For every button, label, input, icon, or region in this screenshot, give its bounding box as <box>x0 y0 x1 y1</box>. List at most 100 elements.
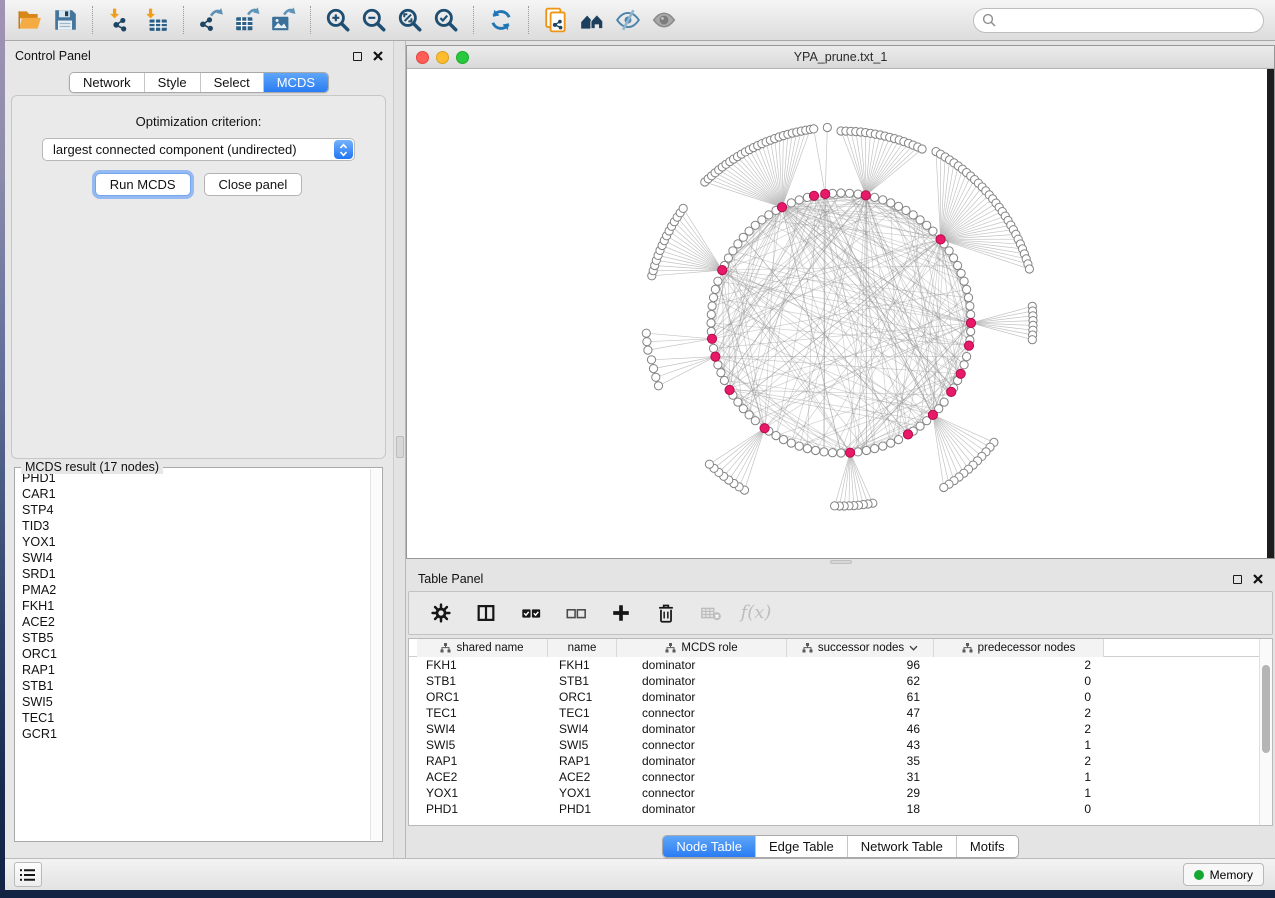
network-window: YPA_prune.txt_1 <box>406 45 1275 559</box>
table-row[interactable]: ORC1ORC1dominator610 <box>409 689 1272 705</box>
checked-boxes-icon <box>520 602 542 624</box>
save-session-button[interactable] <box>47 4 83 36</box>
select-all-rows-button[interactable] <box>519 600 543 626</box>
function-builder-button[interactable]: f(x) <box>744 600 768 626</box>
column-header-predecessor-nodes[interactable]: predecessor nodes <box>934 639 1104 657</box>
column-label: predecessor nodes <box>978 642 1076 654</box>
zoom-selected-button[interactable] <box>428 4 464 36</box>
table-row[interactable]: TEC1TEC1connector472 <box>409 705 1272 721</box>
mcds-list-scrollbar[interactable] <box>370 469 381 840</box>
mcds-result-item[interactable]: GCR1 <box>22 726 369 742</box>
mcds-result-item[interactable]: SRD1 <box>22 566 369 582</box>
table-cell: YOX1 <box>548 785 617 801</box>
refresh-layout-button[interactable] <box>483 4 519 36</box>
table-scrollbar[interactable] <box>1259 639 1272 825</box>
tab-style[interactable]: Style <box>144 73 200 92</box>
show-graphics-details-button[interactable] <box>646 4 682 36</box>
add-row-button[interactable] <box>609 600 633 626</box>
table-scrollbar-thumb[interactable] <box>1262 665 1270 753</box>
mcds-result-title: MCDS result (17 nodes) <box>21 460 163 474</box>
search-input[interactable] <box>1001 13 1255 27</box>
network-graph[interactable] <box>407 69 1265 558</box>
share-document-button[interactable] <box>538 4 574 36</box>
mcds-result-item[interactable]: ACE2 <box>22 614 369 630</box>
save-icon <box>52 7 78 33</box>
float-panel-icon[interactable] <box>353 52 362 61</box>
mcds-result-item[interactable]: STP4 <box>22 502 369 518</box>
deselect-all-rows-button[interactable] <box>564 600 588 626</box>
close-mcds-panel-button[interactable]: Close panel <box>204 173 303 196</box>
vertical-splitter[interactable] <box>393 41 406 858</box>
table-row[interactable]: ACE2ACE2connector311 <box>409 769 1272 785</box>
status-bar: Memory <box>5 858 1275 890</box>
table-row[interactable]: SWI4SWI4dominator462 <box>409 721 1272 737</box>
import-network-button[interactable] <box>102 4 138 36</box>
splitter-handle[interactable] <box>396 436 404 458</box>
tab-mcds[interactable]: MCDS <box>263 73 328 92</box>
table-row[interactable]: FKH1FKH1dominator962 <box>409 657 1272 673</box>
table-cell: connector <box>617 705 787 721</box>
toolbar-separator <box>310 6 311 34</box>
column-header-name[interactable]: name <box>548 639 617 657</box>
mcds-result-item[interactable]: TEC1 <box>22 710 369 726</box>
table-row[interactable]: SWI5SWI5connector431 <box>409 737 1272 753</box>
memory-button[interactable]: Memory <box>1183 863 1264 886</box>
zoom-out-button[interactable] <box>356 4 392 36</box>
mcds-result-item[interactable]: STB1 <box>22 678 369 694</box>
table-row[interactable]: STB1STB1dominator620 <box>409 673 1272 689</box>
optimization-criterion-select[interactable]: largest connected component (undirected) <box>42 138 355 161</box>
import-table-button[interactable] <box>138 4 174 36</box>
column-header-MCDS-role[interactable]: MCDS role <box>617 639 787 657</box>
mcds-result-item[interactable]: FKH1 <box>22 598 369 614</box>
tab-node-table[interactable]: Node Table <box>663 836 755 857</box>
tab-select[interactable]: Select <box>200 73 263 92</box>
tab-motifs[interactable]: Motifs <box>956 836 1018 857</box>
toggle-columns-button[interactable] <box>474 600 498 626</box>
zoom-fit-button[interactable] <box>392 4 428 36</box>
tab-network[interactable]: Network <box>70 73 144 92</box>
zoom-in-button[interactable] <box>320 4 356 36</box>
table-row[interactable]: PHD1PHD1dominator180 <box>409 801 1272 817</box>
float-panel-icon[interactable] <box>1233 575 1242 584</box>
close-panel-icon[interactable] <box>1253 574 1263 584</box>
task-history-button[interactable] <box>14 862 42 887</box>
tab-edge-table[interactable]: Edge Table <box>755 836 847 857</box>
network-nodes[interactable] <box>642 123 1037 510</box>
table-cell: 2 <box>934 657 1104 673</box>
mcds-result-item[interactable]: RAP1 <box>22 662 369 678</box>
table-cell: 1 <box>934 737 1104 753</box>
table-toolbar: f(x) <box>408 591 1273 635</box>
column-header-shared-name[interactable]: shared name <box>417 639 548 657</box>
control-panel: Control Panel NetworkStyleSelectMCDS Opt… <box>5 41 393 858</box>
export-network-button[interactable] <box>193 4 229 36</box>
export-table-button[interactable] <box>229 4 265 36</box>
table-row[interactable]: YOX1YOX1connector291 <box>409 785 1272 801</box>
delete-rows-button[interactable] <box>654 600 678 626</box>
tab-network-table[interactable]: Network Table <box>847 836 956 857</box>
mcds-result-item[interactable]: SWI5 <box>22 694 369 710</box>
clear-table-button[interactable] <box>699 600 723 626</box>
search-icon <box>982 13 996 27</box>
table-cell: 43 <box>787 737 934 753</box>
table-row[interactable]: RAP1RAP1dominator352 <box>409 753 1272 769</box>
mcds-result-item[interactable]: STB5 <box>22 630 369 646</box>
column-header-successor-nodes[interactable]: successor nodes <box>787 639 934 657</box>
splitter-handle[interactable] <box>830 560 852 564</box>
zoom-selected-icon <box>433 7 459 33</box>
search-box[interactable] <box>973 8 1264 33</box>
mcds-result-item[interactable]: PMA2 <box>22 582 369 598</box>
open-session-button[interactable] <box>11 4 47 36</box>
close-panel-icon[interactable] <box>373 51 383 61</box>
run-mcds-button[interactable]: Run MCDS <box>95 173 191 196</box>
network-overview-button[interactable] <box>574 4 610 36</box>
mcds-result-item[interactable]: SWI4 <box>22 550 369 566</box>
table-cell: 1 <box>934 769 1104 785</box>
mcds-result-item[interactable]: ORC1 <box>22 646 369 662</box>
mcds-result-item[interactable]: TID3 <box>22 518 369 534</box>
mcds-result-item[interactable]: YOX1 <box>22 534 369 550</box>
hide-graphics-details-button[interactable] <box>610 4 646 36</box>
network-canvas[interactable] <box>407 69 1274 558</box>
export-image-button[interactable] <box>265 4 301 36</box>
table-settings-button[interactable] <box>429 600 453 626</box>
mcds-result-item[interactable]: CAR1 <box>22 486 369 502</box>
